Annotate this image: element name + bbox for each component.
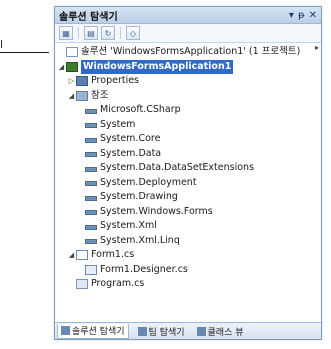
bottom-tab-bar: 솔루션 탐색기 팀 탐색기 클래스 뷰 (55, 322, 321, 339)
toolbar-separator (78, 27, 79, 39)
panel-toolbar: ▦ ▤ ↻ ◇ (55, 24, 321, 43)
tree-item-reference[interactable]: System.Deployment (55, 176, 321, 191)
reference-icon (85, 181, 97, 187)
tree-item-reference[interactable]: System.Windows.Forms (55, 205, 321, 220)
tree-item-label: 참조 (91, 89, 109, 101)
panel-titlebar: 솔루션 탐색기 ▾ ᵽ ✕ (55, 7, 321, 24)
dropdown-icon[interactable]: ▾ (289, 10, 294, 21)
tree-item-project[interactable]: ◢ WindowsFormsApplication1 (55, 59, 321, 75)
reference-icon (85, 224, 97, 230)
tree-item-reference[interactable]: System.Data.DataSetExtensions (55, 161, 321, 176)
reference-icon (85, 152, 97, 158)
tree-item-reference[interactable]: System.Xml.Linq (55, 234, 321, 249)
solution-explorer-panel: 솔루션 탐색기 ▾ ᵽ ✕ ▦ ▤ ↻ ◇ ▸ 솔루션 'WindowsForm… (54, 6, 322, 340)
csharp-file-icon (76, 279, 88, 290)
underline-decoration (0, 52, 49, 53)
team-explorer-icon (137, 326, 147, 336)
tree-item-label: System.Core (100, 133, 161, 145)
title-controls: ▾ ᵽ ✕ (289, 10, 317, 21)
class-view-icon (196, 326, 206, 336)
tab-label: 솔루션 탐색기 (72, 327, 125, 337)
reference-icon (85, 195, 97, 201)
tree-item-form[interactable]: ◢ Form1.cs (55, 248, 321, 263)
tab-label: 팀 탐색기 (148, 327, 185, 338)
tree-item-reference[interactable]: System.Xml (55, 219, 321, 234)
csharp-project-icon (66, 61, 78, 72)
toolbar-separator (120, 27, 121, 39)
tree-item-label: System.Windows.Forms (100, 205, 213, 217)
reference-icon (85, 210, 97, 216)
collapse-icon[interactable]: ◢ (57, 60, 66, 74)
collapse-icon[interactable]: ◢ (67, 89, 76, 103)
tab-class-view[interactable]: 클래스 뷰 (194, 324, 247, 338)
tree-item-label: Program.cs (91, 278, 145, 290)
tab-solution-explorer[interactable]: 솔루션 탐색기 (57, 323, 129, 339)
tree-item-label: System.Xml (100, 220, 157, 232)
form-icon (76, 250, 88, 261)
tree-item-label: Form1.Designer.cs (100, 263, 188, 275)
properties-folder-icon (76, 76, 88, 87)
tree-item-label: System.Xml.Linq (100, 234, 180, 246)
tree-item-label: System (100, 118, 136, 130)
tree-item-label: System.Deployment (100, 176, 197, 188)
tree-item-properties[interactable]: ▷ Properties (55, 74, 321, 89)
edge-text: l (0, 38, 4, 51)
tree-item-label: System.Drawing (100, 191, 178, 203)
solution-explorer-icon (61, 326, 70, 335)
refresh-icon[interactable]: ↻ (101, 26, 115, 40)
collapse-icon[interactable]: ◢ (67, 248, 76, 262)
show-all-files-icon[interactable]: ▤ (84, 26, 98, 40)
properties-icon[interactable]: ▦ (59, 26, 73, 40)
csharp-file-icon (85, 264, 97, 275)
tree-item-reference[interactable]: Microsoft.CSharp (55, 103, 321, 118)
reference-icon (85, 239, 97, 245)
tree-item-reference[interactable]: System.Drawing (55, 190, 321, 205)
tab-label: 클래스 뷰 (207, 327, 244, 338)
tree-item-label: Microsoft.CSharp (100, 104, 181, 116)
tree-item-reference[interactable]: System.Core (55, 132, 321, 147)
panel-title: 솔루션 탐색기 (59, 11, 118, 23)
reference-icon (85, 108, 97, 114)
tree-item-label: System.Data.DataSetExtensions (100, 162, 255, 174)
reference-icon (85, 137, 97, 143)
references-folder-icon (76, 90, 88, 101)
tree-item-reference[interactable]: System.Data (55, 147, 321, 162)
tree-item-label: System.Data (100, 147, 162, 159)
reference-icon (85, 166, 97, 172)
reference-icon (85, 123, 97, 129)
tree-item-form-designer[interactable]: Form1.Designer.cs (55, 263, 321, 278)
pin-icon[interactable]: ᵽ (298, 10, 305, 21)
solution-tree: 솔루션 'WindowsFormsApplication1' (1 프로젝트) … (55, 43, 321, 292)
solution-icon (66, 47, 78, 58)
tree-item-program[interactable]: Program.cs (55, 277, 321, 292)
tree-item-label: 솔루션 'WindowsFormsApplication1' (1 프로젝트) (81, 46, 301, 58)
tab-team-explorer[interactable]: 팀 탐색기 (135, 324, 188, 338)
close-icon[interactable]: ✕ (309, 10, 317, 21)
expand-icon[interactable]: ▷ (67, 74, 76, 88)
tree-item-references[interactable]: ◢ 참조 (55, 89, 321, 104)
view-class-diagram-icon[interactable]: ◇ (126, 26, 140, 40)
tree-item-reference[interactable]: System (55, 118, 321, 133)
tree-item-solution[interactable]: 솔루션 'WindowsFormsApplication1' (1 프로젝트) (55, 45, 321, 60)
tree-item-label: WindowsFormsApplication1 (81, 59, 234, 74)
tree-item-label: Form1.cs (91, 249, 135, 261)
tree-item-label: Properties (91, 75, 140, 87)
